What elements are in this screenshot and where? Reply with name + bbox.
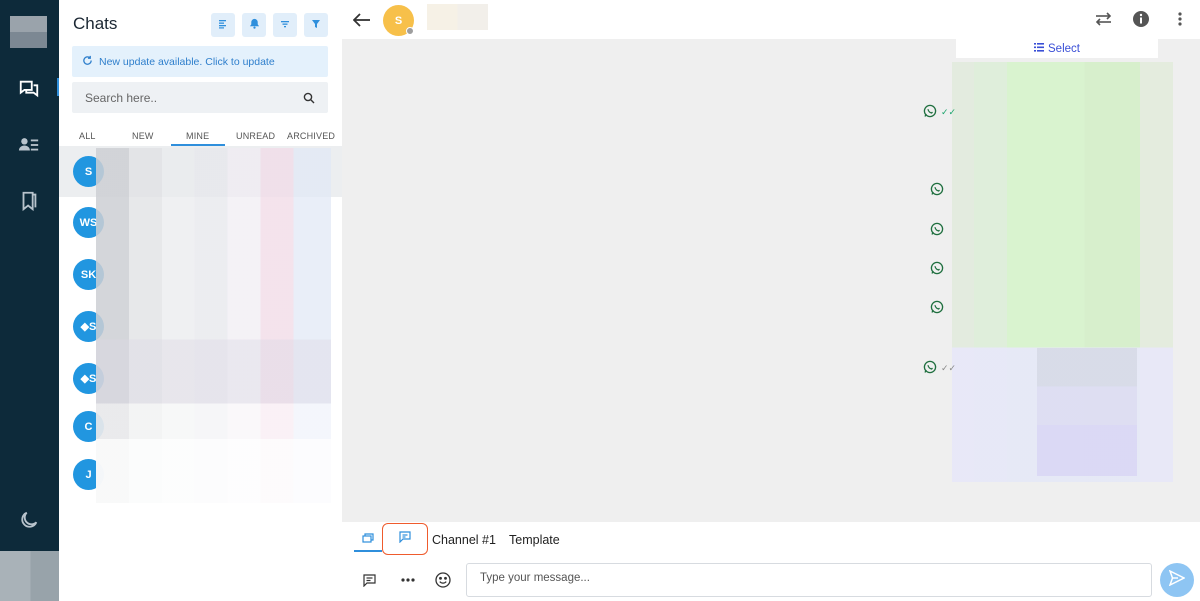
read-receipt-icon: ✓✓ [941, 363, 957, 373]
composer: Channel #1 Template [342, 522, 1200, 601]
status-dot [406, 27, 414, 35]
notifications-button[interactable] [242, 13, 266, 37]
tab-new[interactable]: NEW [132, 131, 154, 141]
filter-button[interactable] [304, 13, 328, 37]
chat-tabs: ALL NEW MINE UNREAD ARCHIVED [59, 128, 342, 146]
whatsapp-icon [923, 104, 937, 118]
send-icon [1168, 568, 1186, 591]
redacted-messages-part [1037, 348, 1137, 476]
whatsapp-icon [930, 261, 944, 275]
panel-title: Chats [73, 14, 118, 33]
sort-icon [280, 16, 290, 34]
tab-conversation[interactable] [354, 530, 382, 552]
emoji-icon[interactable] [433, 570, 453, 590]
back-arrow-icon[interactable] [352, 10, 372, 30]
contacts-icon[interactable] [16, 132, 42, 158]
copy-chat-icon [362, 531, 374, 549]
tab-all[interactable]: ALL [79, 131, 96, 141]
list-view-button[interactable] [211, 13, 235, 37]
message-square-icon [399, 530, 411, 548]
chat-bubbles-icon[interactable] [16, 76, 42, 102]
search-box [72, 82, 328, 113]
whatsapp-icon [923, 360, 937, 374]
search-input[interactable] [72, 82, 328, 113]
list-icon [1034, 42, 1045, 55]
note-icon[interactable] [359, 570, 379, 590]
logo [10, 16, 47, 48]
chats-panel: Chats New update available. Click to upd… [59, 0, 342, 601]
whatsapp-icon [930, 300, 944, 314]
tab-archived[interactable]: ARCHIVED [287, 131, 335, 141]
update-banner[interactable]: New update available. Click to update [72, 46, 328, 77]
update-banner-text: New update available. Click to update [99, 55, 275, 68]
conversation-header: S [342, 0, 1200, 39]
list-icon [218, 16, 228, 34]
read-receipt-icon: ✓✓ [941, 107, 957, 117]
conversation-area: S Select ✓✓ ✓✓ Channel #1 Template Type … [342, 0, 1200, 601]
tab-unread[interactable]: UNREAD [236, 131, 275, 141]
moon-icon[interactable] [16, 507, 42, 533]
more-vertical-icon[interactable] [1170, 9, 1190, 29]
message-input-box [466, 563, 1152, 597]
tab-template[interactable]: Template [509, 533, 560, 547]
select-label: Select [1048, 42, 1080, 55]
tab-mine[interactable]: MINE [186, 131, 209, 141]
message-input[interactable] [467, 564, 1151, 596]
search-icon[interactable] [303, 91, 315, 109]
bell-icon [249, 16, 260, 34]
info-icon[interactable] [1131, 9, 1151, 29]
redacted-chat-previews-overlay [96, 148, 331, 503]
send-button[interactable] [1160, 563, 1194, 597]
transfer-icon[interactable] [1093, 9, 1113, 29]
bookmarks-icon[interactable] [16, 188, 42, 214]
sort-button[interactable] [273, 13, 297, 37]
whatsapp-icon [930, 222, 944, 236]
select-messages-button[interactable]: Select [956, 39, 1158, 58]
filter-icon [311, 16, 321, 34]
nav-rail [0, 0, 92, 601]
tab-channel[interactable]: Channel #1 [432, 533, 496, 547]
tab-notes[interactable] [382, 523, 428, 555]
redacted-contact-name [427, 4, 488, 30]
whatsapp-icon [930, 182, 944, 196]
more-horizontal-icon[interactable] [398, 570, 418, 590]
refresh-icon [82, 55, 93, 69]
